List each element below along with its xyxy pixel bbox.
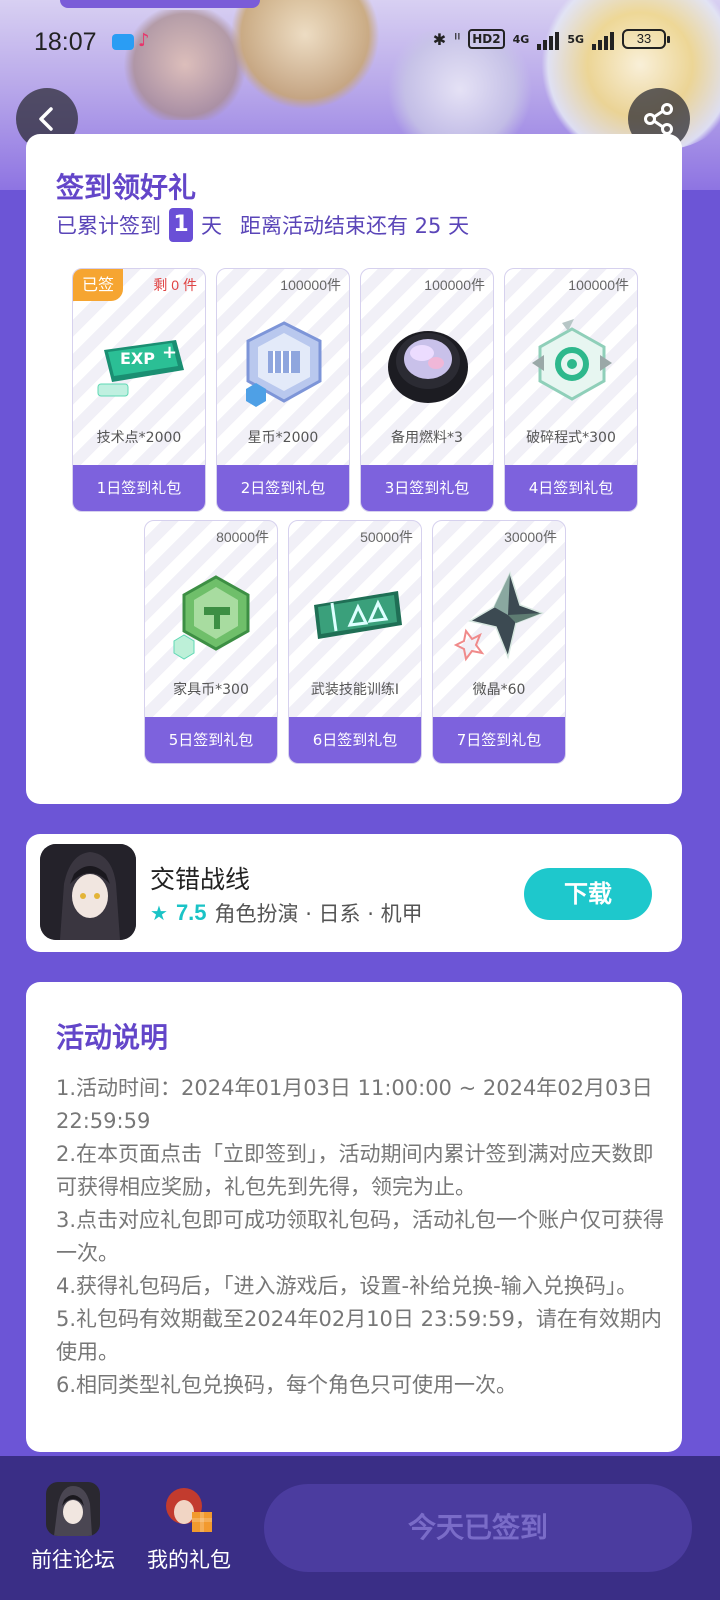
- gift-label: 5日签到礼包: [145, 717, 277, 763]
- status-icons: ✱ ᑊᑊ HD2 4G 5G 33: [432, 28, 670, 50]
- gift-label: 7日签到礼包: [433, 717, 565, 763]
- svg-text:EXP: EXP: [120, 349, 155, 368]
- gift-day-5[interactable]: 80000件 家具币*300 5日签到礼包: [144, 520, 278, 764]
- gift-count: 80000件: [216, 529, 269, 545]
- gift-name: 微晶*60: [472, 682, 526, 698]
- signin-progress: 已累计签到 1 天 距离活动结束还有 25 天: [56, 208, 469, 242]
- gift-count: 100000件: [280, 277, 341, 293]
- program-icon: [522, 313, 622, 413]
- chevron-left-icon: [39, 107, 53, 131]
- rules-list: 1.活动时间：2024年01月03日 11:00:00 ~ 2024年02月03…: [56, 1072, 666, 1402]
- tiktok-icon: ♪: [138, 30, 150, 51]
- gift-day-3[interactable]: 100000件 备用燃料*3 3日签到礼包: [360, 268, 494, 512]
- rule-item: 4.获得礼包码后，「进入游戏后，设置-补给兑换-输入兑换码」。: [56, 1274, 638, 1298]
- signin-prefix: 已累计签到: [56, 214, 161, 238]
- game-card[interactable]: 交错战线 ★ 7.5 角色扮演 · 日系 · 机甲 下载: [26, 834, 682, 952]
- network-5g-label: 5G: [567, 32, 584, 46]
- rules-card: 活动说明 1.活动时间：2024年01月03日 11:00:00 ~ 2024年…: [26, 982, 682, 1452]
- bluetooth-icon: ✱: [432, 29, 447, 49]
- gift-label: 6日签到礼包: [289, 717, 421, 763]
- gift-count: 30000件: [504, 529, 557, 545]
- gift-name: 技术点*2000: [96, 430, 182, 446]
- forum-icon: [46, 1482, 100, 1536]
- hd-badge: HD2: [468, 29, 505, 49]
- signed-badge: 已签: [73, 269, 123, 301]
- game-name: 交错战线: [150, 865, 251, 894]
- gift-name: 家具币*300: [173, 682, 249, 698]
- signal-icon: [537, 28, 560, 50]
- my-gifts-label: 我的礼包: [147, 1548, 231, 1572]
- forum-label: 前往论坛: [31, 1548, 115, 1572]
- earbuds-icon: ᑊᑊ: [454, 29, 461, 49]
- gift-name: 星币*2000: [247, 430, 319, 446]
- status-bar: 18:07 ♪ ✱ ᑊᑊ HD2 4G 5G 33: [0, 22, 720, 62]
- star-coin-icon: [234, 313, 334, 413]
- share-icon: [644, 103, 673, 135]
- gift-day-1[interactable]: 已签 剩 0 件 EXP + 技术点*2000 1日签到礼包: [72, 268, 206, 512]
- gift-count: 剩 0 件: [153, 277, 197, 293]
- game-score: 7.5: [175, 900, 207, 925]
- signin-unit: 天: [201, 214, 222, 238]
- download-button[interactable]: 下载: [524, 868, 652, 920]
- skill-ticket-icon: [306, 565, 406, 665]
- signin-card: 签到领好礼 已累计签到 1 天 距离活动结束还有 25 天 已签 剩 0 件 E…: [26, 134, 682, 804]
- gift-day-2[interactable]: 100000件 星币*2000 2日签到礼包: [216, 268, 350, 512]
- my-gifts-button[interactable]: 我的礼包: [134, 1482, 244, 1574]
- game-icon: [40, 844, 136, 940]
- gift-day-7[interactable]: 30000件 微晶*60 7日签到礼包: [432, 520, 566, 764]
- forum-button[interactable]: 前往论坛: [18, 1482, 128, 1574]
- fuel-icon: [378, 313, 478, 413]
- rule-item: 1.活动时间：2024年01月03日 11:00:00 ~ 2024年02月03…: [56, 1076, 653, 1133]
- rule-item: 3.点击对应礼包即可成功领取礼包码，活动礼包一个账户仅可获得一次。: [56, 1208, 665, 1265]
- gift-name: 破碎程式*300: [526, 430, 616, 446]
- gift-label: 2日签到礼包: [217, 465, 349, 511]
- game-tags: 角色扮演 · 日系 · 机甲: [214, 902, 423, 926]
- network-4g-label: 4G: [512, 32, 530, 46]
- exp-ticket-icon: EXP +: [90, 313, 190, 413]
- gift-name: 备用燃料*3: [391, 430, 463, 446]
- svg-text:+: +: [162, 342, 177, 363]
- rule-item: 2.在本页面点击「立即签到」，活动期间内累计签到满对应天数即可获得相应奖励，礼包…: [56, 1142, 654, 1199]
- battery-icon: 33: [622, 29, 670, 49]
- status-time: 18:07: [34, 28, 97, 56]
- signed-today-button[interactable]: 今天已签到: [264, 1484, 692, 1572]
- signin-remaining: 距离活动结束还有 25 天: [240, 214, 470, 238]
- signin-title: 签到领好礼: [56, 171, 197, 204]
- gift-label: 4日签到礼包: [505, 465, 637, 511]
- gift-count: 50000件: [360, 529, 413, 545]
- days-signed-badge: 1: [169, 208, 193, 242]
- rule-item: 6.相同类型礼包兑换码，每个角色只可使用一次。: [56, 1373, 518, 1397]
- gift-day-4[interactable]: 100000件 破碎程式*300 4日签到礼包: [504, 268, 638, 512]
- crystal-icon: [450, 565, 550, 665]
- game-meta: ★ 7.5 角色扮演 · 日系 · 机甲: [150, 898, 423, 928]
- gift-box-icon: [162, 1482, 216, 1536]
- gift-name: 武装技能训练I: [310, 682, 400, 698]
- furniture-coin-icon: [162, 565, 262, 665]
- star-icon: ★: [150, 901, 168, 925]
- gift-count: 100000件: [568, 277, 629, 293]
- signal-icon-2: [592, 28, 614, 50]
- gift-count: 100000件: [424, 277, 485, 293]
- gift-label: 1日签到礼包: [73, 465, 205, 511]
- gift-label: 3日签到礼包: [361, 465, 493, 511]
- cloud-icon: [112, 34, 134, 50]
- gift-day-6[interactable]: 50000件 武装技能训练I 6日签到礼包: [288, 520, 422, 764]
- bottom-bar: 前往论坛 我的礼包 今天已签到: [0, 1456, 720, 1600]
- rules-title: 活动说明: [56, 1021, 169, 1054]
- rule-item: 5.礼包码有效期截至2024年02月10日 23:59:59，请在有效期内使用。: [56, 1307, 662, 1364]
